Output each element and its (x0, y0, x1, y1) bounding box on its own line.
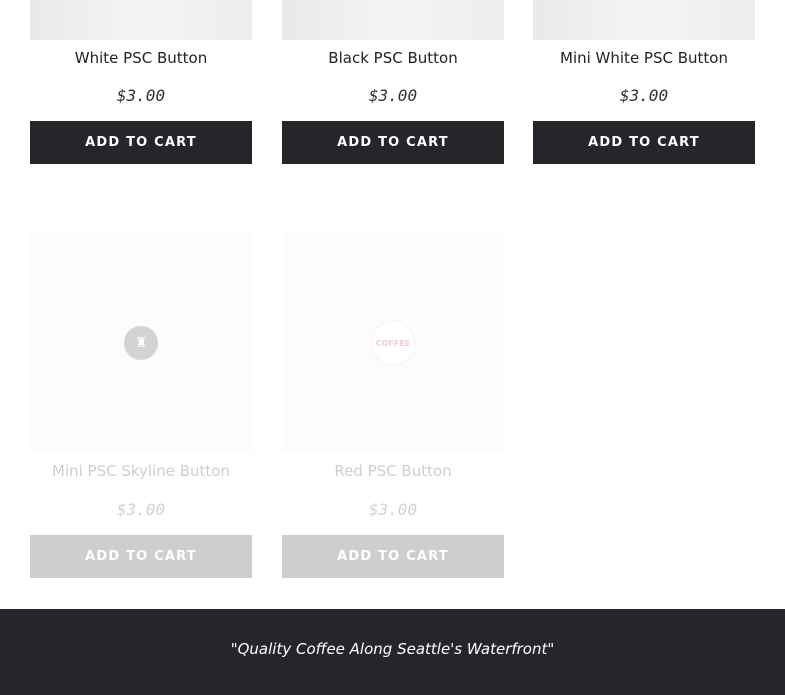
product-card-mini-psc-skyline-button: ♜ Mini PSC Skyline Button $3.00 ADD TO C… (30, 232, 252, 578)
product-card-red-psc-button: COFFEE Red PSC Button $3.00 ADD TO CART (282, 232, 504, 578)
product-image[interactable]: COFFEE (282, 232, 504, 453)
add-to-cart-button[interactable]: ADD TO CART (282, 121, 504, 164)
product-card-black-psc-button: Black PSC Button $3.00 ADD TO CART (282, 0, 504, 170)
add-to-cart-button[interactable]: ADD TO CART (30, 121, 252, 164)
product-name[interactable]: Mini White PSC Button (533, 48, 755, 68)
product-image[interactable] (533, 0, 755, 40)
footer-tagline: "Quality Coffee Along Seattle's Waterfro… (230, 640, 555, 658)
product-image[interactable] (30, 0, 252, 40)
product-card-mini-white-psc-button: Mini White PSC Button $3.00 ADD TO CART (533, 0, 755, 170)
skyline-icon: ♜ (134, 335, 148, 351)
product-image[interactable] (282, 0, 504, 40)
product-price: $3.00 (116, 500, 166, 519)
product-price: $3.00 (368, 500, 418, 519)
product-price: $3.00 (116, 86, 166, 105)
site-footer: "Quality Coffee Along Seattle's Waterfro… (0, 609, 785, 695)
add-to-cart-button[interactable]: ADD TO CART (282, 535, 504, 578)
product-image[interactable]: ♜ (30, 232, 252, 453)
product-name[interactable]: Black PSC Button (282, 48, 504, 68)
product-name[interactable]: White PSC Button (30, 48, 252, 68)
product-name[interactable]: Mini PSC Skyline Button (30, 461, 252, 481)
product-price: $3.00 (368, 86, 418, 105)
skyline-badge: ♜ (124, 326, 158, 360)
product-price: $3.00 (619, 86, 669, 105)
coffee-badge: COFFEE (370, 320, 416, 366)
add-to-cart-button[interactable]: ADD TO CART (30, 535, 252, 578)
product-name[interactable]: Red PSC Button (282, 461, 504, 481)
add-to-cart-button[interactable]: ADD TO CART (533, 121, 755, 164)
product-card-white-psc-button: White PSC Button $3.00 ADD TO CART (30, 0, 252, 170)
badge-text: COFFEE (375, 338, 411, 348)
